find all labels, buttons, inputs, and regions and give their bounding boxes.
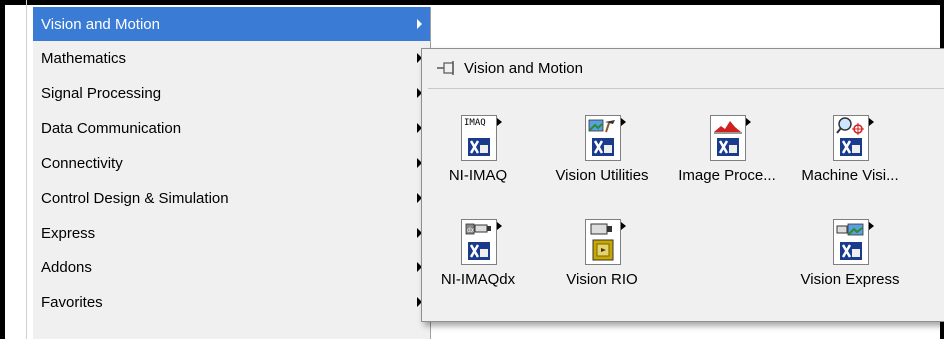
palette-item-label: Vision Express xyxy=(800,271,900,288)
menu-item-addons[interactable]: Addons xyxy=(33,250,430,284)
palette-divider xyxy=(26,0,27,339)
palette-item-ni-imaqdx[interactable]: dx NI-IMAQdx xyxy=(418,219,538,301)
imaq-icon: IMAQ xyxy=(461,115,502,161)
functions-palette-menu: Vision and Motion Mathematics Signal Pro… xyxy=(33,7,431,339)
vision-utilities-icon xyxy=(585,115,626,161)
palette-item-label: Machine Visi... xyxy=(801,167,899,184)
subpalette-header: Vision and Motion xyxy=(422,49,944,87)
menu-item-data-communication[interactable]: Data Communication xyxy=(33,111,430,145)
frame-border-left xyxy=(0,0,5,339)
vision-express-icon xyxy=(833,219,874,265)
svg-text:dx: dx xyxy=(467,227,475,234)
palette-item-label: Vision RIO xyxy=(566,271,638,288)
submenu-arrow-icon xyxy=(417,19,422,29)
submenu-arrow-icon xyxy=(621,222,626,230)
menu-item-label: Addons xyxy=(41,258,92,276)
menu-item-label: Favorites xyxy=(41,293,103,311)
image-processing-icon xyxy=(710,115,751,161)
menu-item-signal-processing[interactable]: Signal Processing xyxy=(33,76,430,110)
menu-item-label: Control Design & Simulation xyxy=(41,189,229,207)
menu-item-label: Vision and Motion xyxy=(41,15,160,33)
submenu-arrow-icon xyxy=(869,222,874,230)
menu-item-label: Express xyxy=(41,224,96,242)
menu-item-vision-and-motion[interactable]: Vision and Motion xyxy=(33,7,430,41)
menu-item-connectivity[interactable]: Connectivity xyxy=(33,146,430,180)
submenu-arrow-icon xyxy=(621,118,626,126)
menu-item-favorites[interactable]: Favorites xyxy=(33,285,430,319)
menu-item-control-design-simulation[interactable]: Control Design & Simulation xyxy=(33,181,430,215)
menu-item-label: Data Communication xyxy=(41,119,182,137)
machine-vision-icon xyxy=(833,115,874,161)
submenu-arrow-icon xyxy=(869,118,874,126)
submenu-arrow-icon xyxy=(497,222,502,230)
frame-border-top xyxy=(0,0,944,5)
palette-item-vision-rio[interactable]: Vision RIO xyxy=(542,219,662,301)
palette-item-machine-vision[interactable]: Machine Visi... xyxy=(790,115,910,195)
menu-item-label: Mathematics xyxy=(41,49,127,67)
vision-rio-icon xyxy=(585,219,626,265)
submenu-arrow-icon xyxy=(497,118,502,126)
palette-item-label: NI-IMAQ xyxy=(448,167,508,184)
header-divider xyxy=(428,88,944,89)
menu-item-express[interactable]: Express xyxy=(33,216,430,250)
submenu-arrow-icon xyxy=(746,118,751,126)
menu-item-label: Signal Processing xyxy=(41,84,162,102)
palette-item-image-processing[interactable]: Image Proce... xyxy=(667,115,787,195)
pin-icon[interactable] xyxy=(436,59,458,77)
palette-item-ni-imaq[interactable]: IMAQ NI-IMAQ xyxy=(418,115,538,195)
imaqdx-icon: dx xyxy=(461,219,502,265)
palette-item-label: Vision Utilities xyxy=(555,167,649,184)
palette-item-label: NI-IMAQdx xyxy=(440,271,516,288)
palette-item-vision-express[interactable]: Vision Express xyxy=(790,219,910,301)
palette-item-label: Image Proce... xyxy=(678,167,776,184)
subpalette-title: Vision and Motion xyxy=(464,59,583,77)
vision-and-motion-subpalette: Vision and Motion IMAQ NI-IMAQ Vision Ut… xyxy=(421,48,944,322)
palette-item-vision-utilities[interactable]: Vision Utilities xyxy=(542,115,662,195)
menu-item-mathematics[interactable]: Mathematics xyxy=(33,41,430,75)
menu-item-label: Connectivity xyxy=(41,154,123,172)
